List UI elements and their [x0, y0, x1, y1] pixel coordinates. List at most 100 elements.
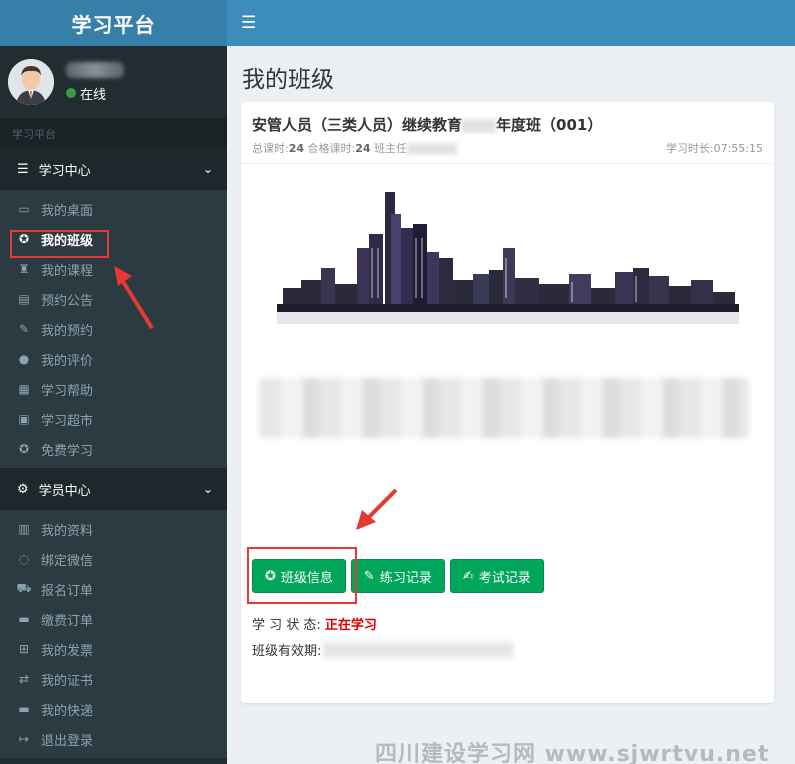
highlight-box-class-info [247, 547, 357, 604]
class-title-suffix: 年度班（001） [496, 116, 603, 134]
online-status: 在线 [66, 84, 124, 103]
sidebar-item-free-learning[interactable]: ✪ 免费学习 [0, 434, 227, 464]
sidebar-item-label: 绑定微信 [41, 553, 94, 569]
study-status: 学 习 状 态: 正在学习 [252, 614, 377, 633]
sidebar-item-label: 我的发票 [41, 643, 94, 659]
sitemap-icon: ⊞ [18, 642, 30, 656]
annotation-arrow-icon [356, 488, 398, 530]
page-title: 我的班级 [242, 67, 334, 93]
highlight-box-my-class [10, 230, 109, 258]
section-title-label: 学习中心 [38, 163, 91, 179]
sidebar-item-label: 学习超市 [41, 413, 94, 429]
total-hours-value: 24 [288, 142, 305, 155]
submenu-student-center: ▥ 我的资料 ◌ 绑定微信 ⛟ 报名订单 ▬ 缴费订单 ⊞ 我的发票 ⇄ 我的证书 ▬ 我的快… [0, 510, 227, 758]
practice-record-button[interactable]: ✎ 练习记录 [350, 559, 445, 593]
cart-icon: ⛟ [16, 581, 32, 595]
class-hours-info: 总课时:24 合格课时:24 班主任 [252, 140, 458, 156]
avatar [8, 59, 54, 105]
section-learning-center[interactable]: ☰ 学习中心 ⌄ [0, 148, 227, 190]
sidebar-item-label: 我的证书 [41, 673, 94, 689]
sidebar-item-store[interactable]: ▣ 学习超市 [0, 404, 227, 434]
total-hours-label: 总课时: [252, 142, 289, 155]
sidebar-item-label: 我的快递 [41, 703, 94, 719]
class-title: 安管人员（三类人员）继续教育 年度班（001） [252, 114, 763, 135]
exam-record-label: 考试记录 [478, 570, 531, 586]
sidebar-item-wechat[interactable]: ◌ 绑定微信 [0, 544, 227, 574]
wechat-icon: ◌ [18, 552, 30, 566]
sidebar-item-label: 预约公告 [41, 293, 94, 309]
class-description-redacted [259, 378, 749, 438]
sidebar: 学习平台 在线 学习平台 ☰ 学习中心 ⌄ ▭ 我的桌面 ✪ 我的班级 ♜ 我的… [0, 0, 227, 764]
sidebar-item-label: 学习帮助 [41, 383, 94, 399]
class-card-header: 安管人员（三类人员）继续教育 年度班（001） 总课时:24 合格课时:24 班主… [241, 102, 774, 164]
class-card: 安管人员（三类人员）继续教育 年度班（001） 总课时:24 合格课时:24 班主… [241, 102, 774, 703]
store-icon: ▣ [18, 412, 30, 426]
sidebar-item-logout[interactable]: ↦ 退出登录 [0, 724, 227, 754]
menu-bars-icon: ☰ [17, 161, 29, 177]
class-title-prefix: 安管人员（三类人员）继续教育 [252, 116, 463, 134]
sidebar-item-orders[interactable]: ⛟ 报名订单 [0, 574, 227, 604]
sidebar-item-label: 我的桌面 [41, 203, 94, 219]
exam-record-button[interactable]: ✍ 考试记录 [449, 559, 544, 593]
study-time-label: 学习时长: [665, 142, 714, 155]
retweet-icon: ⇄ [18, 672, 30, 686]
pencil-icon: ✎ [363, 568, 375, 584]
teacher-name-redacted [407, 143, 458, 155]
truck-icon: ▬ [18, 702, 30, 716]
section-student-center[interactable]: ⚙ 学员中心 ⌄ [0, 468, 227, 510]
sidebar-item-express[interactable]: ▬ 我的快递 [0, 694, 227, 724]
truck-icon: ▬ [18, 612, 30, 626]
monitor-icon: ▭ [18, 202, 30, 216]
class-validity: 班级有效期: [252, 640, 514, 659]
sidebar-toggle-icon[interactable]: ☰ [241, 13, 256, 33]
sidebar-item-label: 退出登录 [41, 733, 94, 749]
study-time: 学习时长:07:55:15 [666, 140, 763, 156]
sidebar-item-payments[interactable]: ▬ 缴费订单 [0, 604, 227, 634]
class-year-redacted [462, 118, 497, 133]
study-time-value: 07:55:15 [713, 142, 763, 155]
sidebar-item-invoices[interactable]: ⊞ 我的发票 [0, 634, 227, 664]
top-navbar: ☰ [227, 0, 795, 46]
document-icon: ▤ [18, 292, 30, 306]
sidebar-item-help[interactable]: ▦ 学习帮助 [0, 374, 227, 404]
class-meta-row: 总课时:24 合格课时:24 班主任 学习时长:07:55:15 [252, 140, 763, 156]
pass-hours-label: 合格课时: [307, 142, 356, 155]
status-label: 在线 [80, 87, 107, 103]
book-icon: ▦ [18, 382, 30, 396]
user-panel: 在线 [0, 46, 227, 118]
online-dot-icon [66, 88, 76, 98]
chevron-down-icon: ⌄ [202, 482, 213, 496]
practice-record-label: 练习记录 [379, 570, 432, 586]
brand-logo[interactable]: 学习平台 [0, 0, 227, 46]
study-status-label: 学 习 状 态: [252, 618, 325, 633]
nav-header: 学习平台 [0, 118, 227, 148]
city-skyline-image [277, 192, 739, 324]
cogs-icon: ⚙ [17, 481, 29, 497]
teacher-label: 班主任 [374, 142, 408, 155]
sidebar-item-label: 报名订单 [41, 583, 94, 599]
section-title-label: 学员中心 [38, 483, 91, 499]
pass-hours-value: 24 [355, 142, 371, 155]
user-name-redacted [66, 61, 124, 78]
sidebar-item-label: 缴费订单 [41, 613, 94, 629]
sidebar-item-reviews[interactable]: ● 我的评价 [0, 344, 227, 374]
sidebar-item-desktop[interactable]: ▭ 我的桌面 [0, 194, 227, 224]
sidebar-item-label: 我的课程 [41, 263, 94, 279]
id-card-icon: ▥ [18, 522, 30, 536]
annotation-arrow-icon [114, 266, 154, 330]
edit-icon: ✍ [462, 568, 474, 584]
edit-icon: ✎ [18, 322, 30, 336]
sidebar-item-label: 我的评价 [41, 353, 94, 369]
circle-star-icon: ✪ [18, 442, 30, 456]
sidebar-item-profile[interactable]: ▥ 我的资料 [0, 514, 227, 544]
graduation-cap-icon: ♜ [18, 262, 30, 276]
sidebar-item-label: 我的资料 [41, 523, 94, 539]
sidebar-item-certificates[interactable]: ⇄ 我的证书 [0, 664, 227, 694]
site-watermark: 四川建设学习网 www.sjwrtvu.net [375, 742, 770, 764]
validity-date-redacted [323, 641, 514, 658]
sign-out-icon: ↦ [18, 732, 30, 746]
chat-icon: ● [18, 352, 30, 366]
chevron-down-icon: ⌄ [202, 162, 213, 176]
sidebar-item-label: 免费学习 [41, 443, 94, 459]
study-status-value: 正在学习 [324, 618, 377, 633]
